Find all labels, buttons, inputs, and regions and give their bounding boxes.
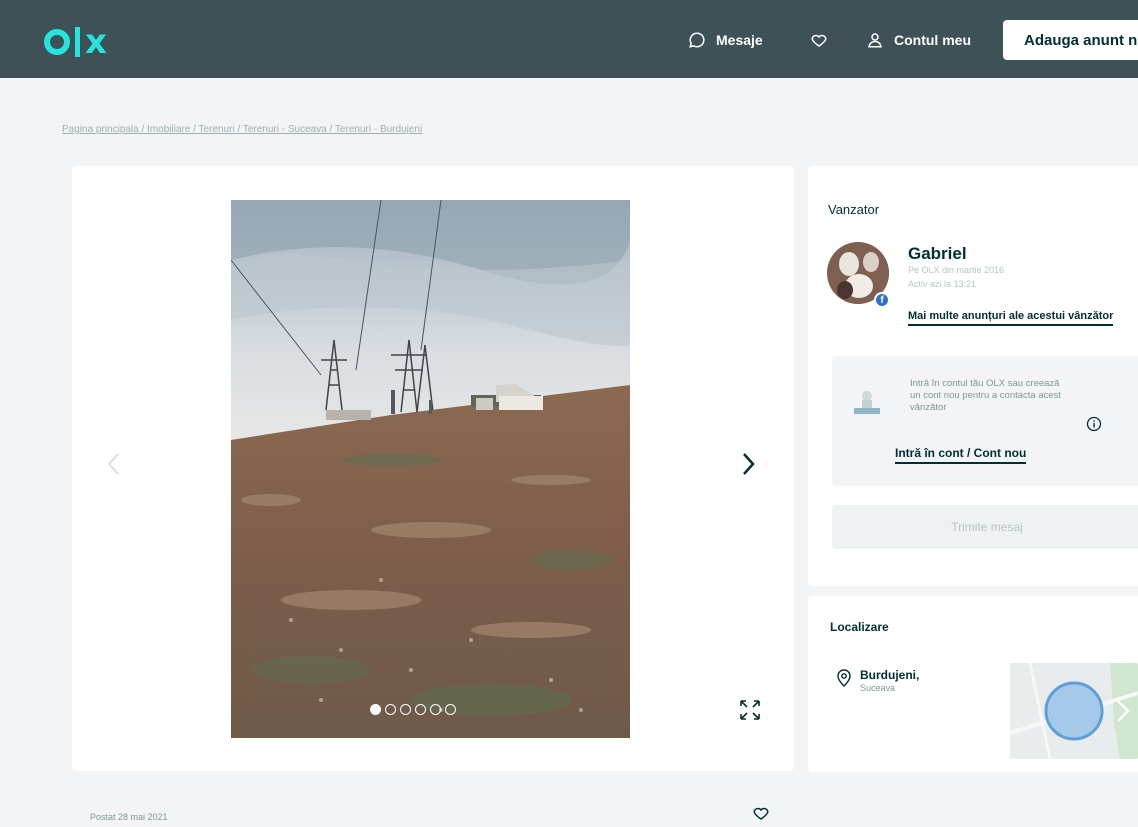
pagination-dot[interactable] [445, 704, 456, 715]
account-link[interactable]: Contul meu [866, 28, 971, 52]
seller-last-active: Activ azi la 13:21 [908, 279, 977, 289]
favorites-link[interactable] [810, 28, 838, 52]
logo-x: x [85, 22, 108, 62]
map-image [1010, 663, 1138, 759]
location-region: Suceava [860, 683, 896, 693]
pagination-dot[interactable] [415, 704, 426, 715]
logo-o [44, 29, 70, 55]
location-city: Burdujeni, [860, 668, 920, 682]
login-register-link[interactable]: Intră în cont / Cont nou [895, 446, 1027, 464]
prev-photo-arrow[interactable] [104, 450, 124, 483]
info-icon[interactable] [1086, 416, 1102, 437]
chat-bubble-icon [689, 32, 705, 48]
heart-icon [753, 807, 769, 820]
posted-date: Postat 28 mai 2021 [90, 812, 168, 822]
user-icon [868, 33, 882, 48]
heart-icon [811, 34, 827, 47]
fullscreen-button[interactable] [738, 698, 762, 722]
add-ad-button[interactable]: Adauga anunt nou [1003, 20, 1138, 60]
seller-name: Gabriel [908, 244, 967, 263]
send-message-button[interactable]: Trimite mesaj [832, 505, 1138, 549]
account-label: Contul meu [894, 32, 971, 48]
next-photo-arrow[interactable] [738, 450, 758, 483]
seller-section-title: Vanzator [828, 202, 880, 217]
field-landscape-image [231, 200, 630, 738]
messages-label: Mesaje [716, 32, 763, 48]
messages-link[interactable]: Mesaje [688, 28, 763, 52]
location-section-title: Localizare [830, 620, 889, 634]
olx-logo[interactable]: x [44, 22, 108, 62]
location-map[interactable] [1010, 663, 1138, 759]
login-illustration-icon [850, 386, 884, 425]
facebook-badge-icon: f [874, 292, 890, 308]
seller-member-since: Pe OLX din martie 2016 [908, 265, 1005, 275]
pagination-dot[interactable] [400, 704, 411, 715]
location-pin-icon [836, 669, 852, 692]
login-prompt-text: Intră în contul tău OLX sau creează un c… [910, 378, 1062, 413]
pagination-dot[interactable] [430, 704, 441, 715]
pagination-dot[interactable] [370, 704, 381, 715]
listing-photo[interactable] [231, 200, 630, 738]
pagination-dot[interactable] [385, 704, 396, 715]
logo-bar [75, 27, 80, 57]
chevron-left-icon [107, 453, 119, 475]
expand-icon [740, 700, 760, 720]
breadcrumb[interactable]: Pagina principala / Imobiliare / Terenur… [62, 124, 422, 135]
favorite-ad-button[interactable] [752, 804, 770, 827]
photo-pagination[interactable] [370, 704, 456, 715]
chevron-right-icon [743, 453, 755, 475]
more-ads-link[interactable]: Mai multe anunțuri ale acestui vânzător [908, 310, 1114, 326]
